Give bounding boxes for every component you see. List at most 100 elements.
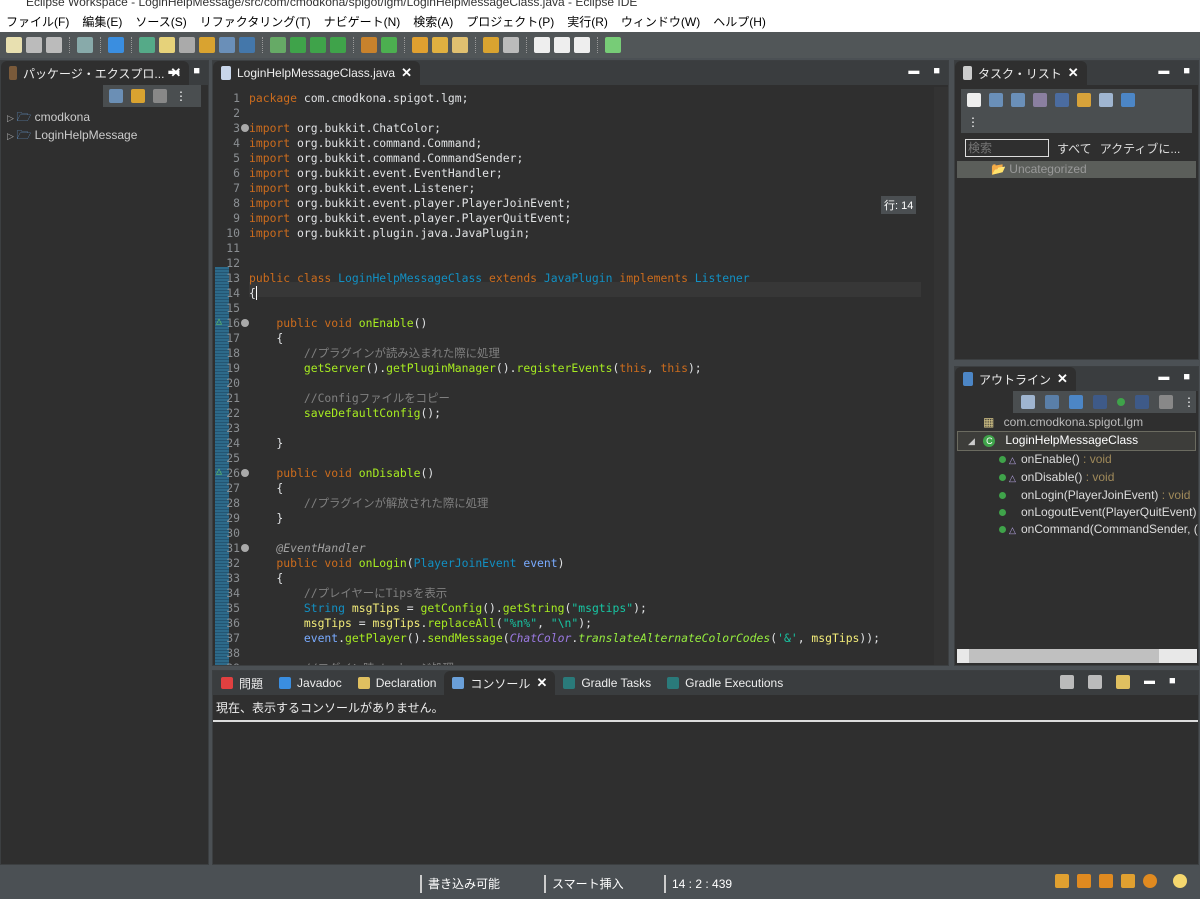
toolbar-button-icon[interactable] — [6, 37, 22, 53]
menu-item[interactable]: 実行(R) — [567, 13, 608, 30]
tab-console[interactable]: コンソール ✕ — [444, 671, 556, 695]
expand-arrow-icon[interactable]: ▷ — [7, 131, 16, 141]
tip-bulb-icon[interactable] — [1173, 874, 1187, 888]
toolbar-button-icon[interactable] — [270, 37, 286, 53]
fold-collapse-icon[interactable] — [241, 544, 249, 552]
toolbar-button-icon[interactable] — [452, 37, 468, 53]
maximize-icon[interactable]: ■ — [1169, 675, 1176, 689]
view-menu-icon[interactable]: ⋮ — [967, 115, 1186, 129]
toolbar-button-icon[interactable] — [239, 37, 255, 53]
open-console-icon[interactable] — [1116, 675, 1130, 689]
outline-method[interactable]: △ onDisable() : void — [955, 469, 1198, 487]
hide-fields-icon[interactable] — [1069, 395, 1083, 409]
project-item[interactable]: ▷ 🗁 cmodkona — [7, 109, 202, 127]
outline-hscrollbar[interactable] — [957, 649, 1197, 663]
hide-local-types-icon[interactable] — [1135, 395, 1149, 409]
close-icon[interactable]: ✕ — [1057, 371, 1068, 387]
new-task-icon[interactable] — [967, 93, 981, 107]
toolbar-button-icon[interactable] — [310, 37, 326, 53]
task-category-row[interactable]: 📂 Uncategorized — [957, 161, 1196, 178]
menu-item[interactable]: ファイル(F) — [6, 13, 69, 30]
help-icon[interactable] — [1143, 874, 1157, 888]
wand-icon[interactable] — [1121, 874, 1135, 888]
close-icon[interactable]: ✕ — [1068, 65, 1079, 81]
menu-item[interactable]: リファクタリング(T) — [200, 13, 311, 30]
minimize-icon[interactable]: ▬ — [168, 65, 179, 77]
close-icon[interactable]: ✕ — [401, 65, 412, 81]
expand-arrow-icon[interactable]: ▷ — [7, 113, 16, 123]
fold-collapse-icon[interactable] — [241, 319, 249, 327]
tab-package-explorer[interactable]: パッケージ・エクスプロ... ✕ — [1, 61, 190, 85]
menu-item[interactable]: 編集(E) — [82, 13, 122, 30]
collapse-all-icon[interactable] — [1099, 93, 1113, 107]
view-menu-icon[interactable]: ⋮ — [175, 89, 187, 103]
toolbar-button-icon[interactable] — [574, 37, 590, 53]
link-editor-icon[interactable] — [131, 89, 145, 103]
outline-method[interactable]: onLogoutEvent(PlayerQuitEvent) — [955, 504, 1198, 521]
minimize-icon[interactable]: ▬ — [908, 65, 919, 77]
maximize-icon[interactable]: ■ — [1183, 65, 1190, 77]
view-menu-icon[interactable]: ⋮ — [1183, 395, 1195, 409]
toolbar-button-icon[interactable] — [108, 37, 124, 53]
filter-all-link[interactable]: すべて — [1057, 140, 1092, 157]
tab-javadoc[interactable]: Javadoc — [271, 671, 350, 695]
outline-method[interactable]: △ onEnable() : void — [955, 451, 1198, 469]
code-editor[interactable]: 1 package com.cmodkona.spigot.lgm; 2 3 impor… — [213, 87, 933, 665]
toolbar-button-icon[interactable] — [26, 37, 42, 53]
tutorial-icon[interactable] — [1099, 874, 1113, 888]
toolbar-button-icon[interactable] — [290, 37, 306, 53]
filter-active-link[interactable]: アクティブに... — [1100, 140, 1181, 157]
book-icon[interactable] — [1077, 874, 1091, 888]
toolbar-button-icon[interactable] — [46, 37, 62, 53]
toolbar-button-icon[interactable] — [77, 37, 93, 53]
tab-outline[interactable]: アウトライン ✕ — [955, 367, 1076, 391]
hide-static-icon[interactable] — [1093, 395, 1107, 409]
outline-class[interactable]: ◢ C LoginHelpMessageClass — [957, 431, 1196, 451]
toolbar-button-icon[interactable] — [605, 37, 621, 53]
tab-editor-file[interactable]: LoginHelpMessageClass.java ✕ — [213, 61, 420, 85]
toolbar-button-icon[interactable] — [361, 37, 377, 53]
toolbar-button-icon[interactable] — [330, 37, 346, 53]
toolbar-button-icon[interactable] — [503, 37, 519, 53]
task-search-input[interactable] — [965, 139, 1049, 157]
sort-icon[interactable] — [1045, 395, 1059, 409]
sync-icon[interactable] — [1033, 93, 1047, 107]
outline-method[interactable]: onLogin(PlayerJoinEvent) : void — [955, 487, 1198, 504]
editor-scrollbar[interactable] — [934, 87, 948, 665]
maximize-icon[interactable]: ■ — [1183, 371, 1190, 383]
menu-item[interactable]: ナビゲート(N) — [324, 13, 401, 30]
maximize-icon[interactable]: ■ — [933, 65, 940, 77]
menu-item[interactable]: ヘルプ(H) — [713, 13, 766, 30]
menu-item[interactable]: プロジェクト(P) — [466, 13, 554, 30]
minimize-icon[interactable]: ▬ — [1144, 675, 1155, 689]
fold-collapse-icon[interactable] — [241, 469, 249, 477]
hide-completed-icon[interactable] — [1055, 93, 1069, 107]
toolbar-button-icon[interactable] — [159, 37, 175, 53]
toolbar-button-icon[interactable] — [483, 37, 499, 53]
collapse-all-icon[interactable] — [109, 89, 123, 103]
fold-collapse-icon[interactable] — [241, 124, 249, 132]
tab-gradle-tasks[interactable]: Gradle Tasks — [555, 671, 659, 695]
outline-package[interactable]: ▦ com.cmodkona.spigot.lgm — [955, 414, 1198, 431]
collapse-all-icon[interactable] — [1021, 395, 1035, 409]
focus-icon[interactable] — [1121, 93, 1135, 107]
toolbar-button-icon[interactable] — [381, 37, 397, 53]
minimize-icon[interactable]: ▬ — [1158, 371, 1169, 383]
pin-console-icon[interactable] — [1060, 675, 1074, 689]
tab-problems[interactable]: 問題 — [213, 671, 271, 695]
expand-arrow-icon[interactable]: ◢ — [968, 436, 977, 446]
close-icon[interactable]: ✕ — [536, 675, 547, 691]
toolbar-button-icon[interactable] — [219, 37, 235, 53]
toolbar-button-icon[interactable] — [139, 37, 155, 53]
toolbar-button-icon[interactable] — [534, 37, 550, 53]
toolbar-button-icon[interactable] — [199, 37, 215, 53]
filter-icon[interactable] — [153, 89, 167, 103]
project-item[interactable]: ▷ 🗁 LoginHelpMessage — [7, 127, 202, 145]
hide-nonpublic-icon[interactable] — [1117, 398, 1125, 406]
tab-task-list[interactable]: タスク・リスト ✕ — [955, 61, 1087, 85]
menu-item[interactable]: ソース(S) — [135, 13, 186, 30]
mine-icon[interactable] — [1077, 93, 1091, 107]
display-console-icon[interactable] — [1088, 675, 1102, 689]
menu-item[interactable]: 検索(A) — [413, 13, 453, 30]
tab-gradle-executions[interactable]: Gradle Executions — [659, 671, 791, 695]
